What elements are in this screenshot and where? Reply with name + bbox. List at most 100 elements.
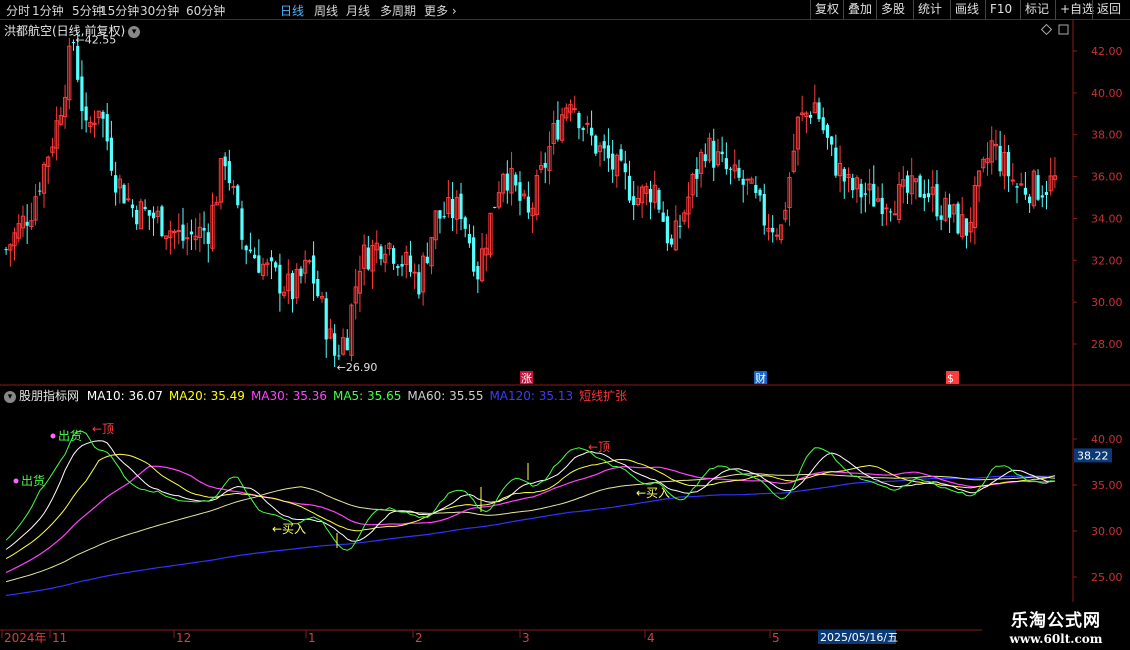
candle-body <box>922 193 926 199</box>
candle-body <box>185 237 190 240</box>
candle-body <box>463 217 467 229</box>
y-tick-label: 36.00 <box>1091 171 1123 184</box>
chevron-down-icon[interactable]: ▾ <box>4 390 16 403</box>
candle-body <box>438 210 442 219</box>
toolbar-button-5[interactable]: F10 <box>985 0 1016 20</box>
candle-body <box>269 257 274 262</box>
period-toolbar: 分时 1分钟 5分钟 15分钟 30分钟 60分钟 日线 周线 月线 多周期 更多 › 复权 叠加 多股统… <box>0 0 1130 20</box>
candle-body <box>101 111 105 119</box>
period-tab-9[interactable]: 多周期 <box>380 2 416 19</box>
candle-body <box>737 168 741 178</box>
candle-body <box>231 185 236 188</box>
period-tab-1[interactable]: 1分钟 <box>32 2 64 19</box>
candle-body <box>1010 179 1015 182</box>
legend-item-2: MA30: 35.36 <box>250 389 327 403</box>
period-tab-8[interactable]: 月线 <box>346 2 370 19</box>
event-marker-label: 财 <box>755 371 766 385</box>
top-signal-1: ←顶 <box>92 422 114 436</box>
candle-body <box>122 184 126 204</box>
candle-body <box>526 196 530 213</box>
candle-body <box>337 355 341 357</box>
candle-body <box>594 135 598 154</box>
toolbar-button-6[interactable]: 标记 <box>1020 0 1053 20</box>
candle-body <box>863 193 867 195</box>
time-label: 5 <box>772 631 780 645</box>
candle-body <box>518 182 522 201</box>
candle-body <box>324 298 328 340</box>
candle-body <box>905 175 910 193</box>
candle-body <box>632 196 636 206</box>
candle-body <box>223 156 227 167</box>
toolbar-button-3[interactable]: 统计 <box>913 0 946 20</box>
candle-body <box>956 203 960 234</box>
candle-body <box>442 216 446 218</box>
time-label: 4 <box>647 631 655 645</box>
candle-body <box>92 122 97 125</box>
candle-body <box>253 254 257 259</box>
candle-body <box>25 221 29 226</box>
period-tab-7[interactable]: 周线 <box>314 2 338 19</box>
candle-body <box>825 124 830 138</box>
candle-body <box>126 198 131 201</box>
period-tab-10[interactable]: 更多 › <box>424 2 457 19</box>
candle-body <box>476 266 480 280</box>
ma5-line <box>5 430 1055 551</box>
candle-body <box>581 128 585 131</box>
event-marker-label: $ <box>947 372 954 385</box>
candle-body <box>872 183 876 207</box>
candle-body <box>817 102 821 120</box>
candle-body <box>947 204 952 218</box>
candle-body <box>240 208 244 240</box>
candle-body <box>236 185 240 206</box>
watermark-url: www.60lt.com <box>1009 632 1103 646</box>
y-tick-label: 42.00 <box>1091 45 1123 58</box>
candle-body <box>808 114 813 118</box>
candle-body <box>762 194 766 226</box>
period-tab-2[interactable]: 5分钟 <box>72 2 104 19</box>
candle-body <box>135 209 139 225</box>
candle-body <box>299 268 303 277</box>
candle-body <box>244 245 248 251</box>
candle-body <box>623 163 627 173</box>
period-tab-0[interactable]: 分时 <box>6 2 30 19</box>
candle-body <box>678 225 682 227</box>
toolbar-button-0[interactable]: 复权 <box>810 0 843 20</box>
candle-body <box>84 106 88 121</box>
time-label: 12 <box>176 631 191 645</box>
period-tab-5[interactable]: 60分钟 <box>186 2 225 19</box>
period-tab-6[interactable]: 日线 <box>280 2 304 19</box>
ma30-line <box>5 465 1055 573</box>
period-tab-4[interactable]: 30分钟 <box>140 2 179 19</box>
candle-body <box>4 249 8 251</box>
ma120-line <box>6 475 1055 596</box>
candle-body <box>189 231 194 235</box>
ma20-line <box>5 453 1056 560</box>
candle-body <box>130 204 135 209</box>
candle-body <box>1044 192 1049 195</box>
candle-body <box>670 238 674 245</box>
period-tab-3[interactable]: 15分钟 <box>100 2 139 19</box>
event-marker-label: 涨 <box>521 372 532 385</box>
time-label: 3 <box>522 631 530 645</box>
candle-body <box>884 207 889 210</box>
candle-body <box>774 234 780 237</box>
candle-body <box>172 230 177 233</box>
price-chart[interactable]: 42.00 40.00 38.00 36.00 34.00 32.00 30.00 28.00… <box>0 20 1130 650</box>
candle-body <box>1023 187 1028 195</box>
toolbar-button-2[interactable]: 多股 <box>876 0 909 20</box>
toolbar-button-8[interactable]: 返回 <box>1092 0 1125 20</box>
candle-body <box>181 224 185 241</box>
candle-body <box>248 249 253 252</box>
candle-body <box>227 161 231 184</box>
high-price-label: ←42.55 <box>75 33 116 46</box>
candle-body <box>278 264 282 294</box>
toolbar-button-4[interactable]: 画线 <box>950 0 983 20</box>
watermark: 乐淘公式网 www.60lt.com <box>982 602 1130 650</box>
legend-item-4: MA60: 35.55 <box>407 389 484 403</box>
candle-body <box>333 333 337 356</box>
candle-body <box>611 153 615 170</box>
cursor-date-text: 2025/05/16/五 <box>820 631 898 644</box>
toolbar-button-1[interactable]: 叠加 <box>843 0 876 20</box>
candle-body <box>728 168 733 170</box>
time-label: 2024年 <box>4 631 47 645</box>
